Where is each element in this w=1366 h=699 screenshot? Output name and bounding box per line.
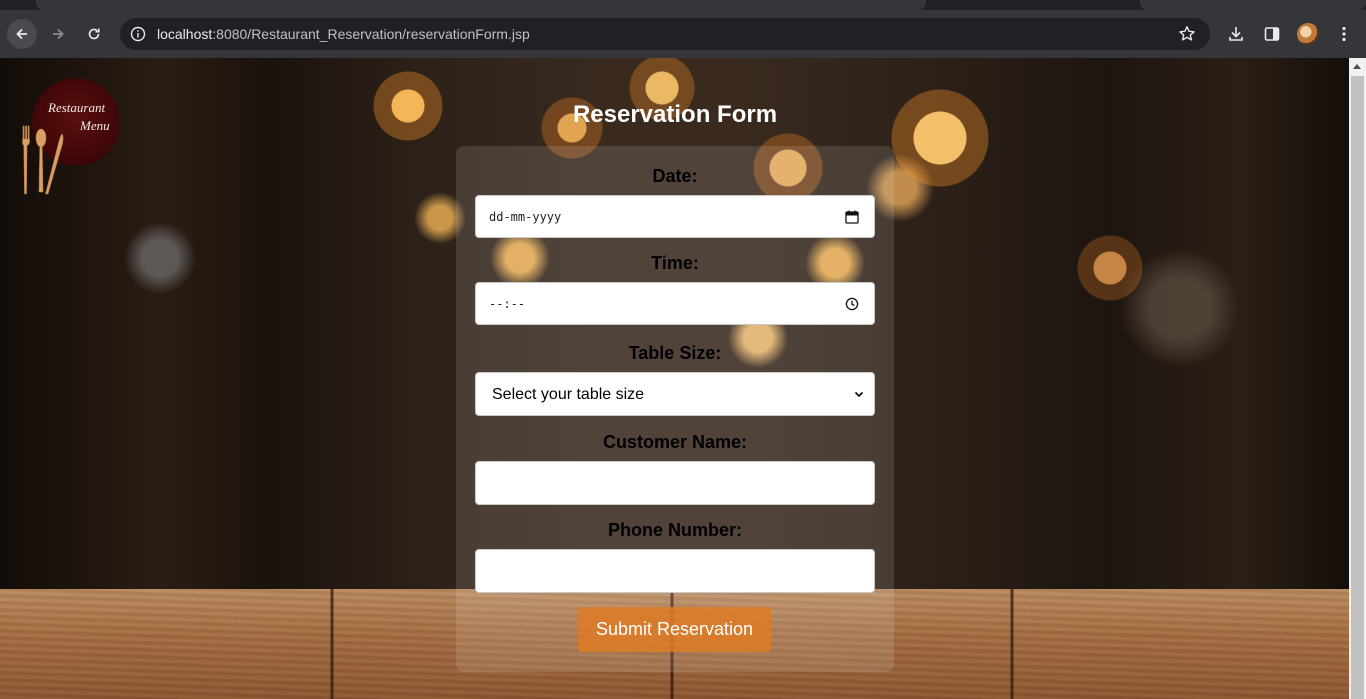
active-tab[interactable] [36, 0, 926, 10]
back-icon [16, 28, 27, 40]
bookmark-star-icon[interactable] [1178, 25, 1196, 43]
table-size-select[interactable]: Select your table size [475, 372, 875, 416]
reservation-form: Date: dd-mm-yyyy Time: --:-- Table Size:… [456, 146, 894, 672]
inactive-tab[interactable] [1140, 0, 1366, 10]
address-bar[interactable]: localhost:8080/Restaurant_Reservation/re… [120, 18, 1210, 50]
site-info-icon [130, 26, 146, 42]
phone-number-input[interactable] [475, 549, 875, 593]
table-size-selected-value: Select your table size [492, 386, 645, 403]
time-label: Time: [651, 253, 699, 273]
time-input[interactable]: --:-- [475, 282, 875, 325]
url-text[interactable]: localhost:8080/Restaurant_Reservation/re… [157, 26, 530, 42]
date-input[interactable]: dd-mm-yyyy [475, 195, 875, 238]
side-panel-button[interactable] [1262, 24, 1282, 44]
download-button[interactable] [1226, 24, 1246, 44]
page-viewport: Restaurant Menu Reservation Form Date: d… [0, 58, 1349, 699]
scroll-up-arrow-icon[interactable] [1353, 64, 1361, 69]
date-label: Date: [652, 166, 698, 186]
reload-icon [88, 28, 100, 40]
scrollbar-thumb[interactable] [1351, 76, 1364, 699]
logo-text-line1: Restaurant [48, 100, 106, 115]
reload-button[interactable] [79, 19, 109, 49]
logo-text-line2: Menu [80, 118, 110, 133]
vertical-scrollbar[interactable] [1349, 58, 1366, 699]
phone-number-label: Phone Number: [607, 520, 742, 540]
site-info-button[interactable] [128, 24, 148, 44]
submit-reservation-button[interactable]: Submit Reservation [578, 607, 771, 652]
browser-toolbar: localhost:8080/Restaurant_Reservation/re… [0, 10, 1366, 58]
calendar-icon[interactable] [844, 209, 860, 225]
tab-strip [0, 0, 1366, 10]
table-size-label: Table Size: [628, 343, 722, 363]
cutlery-icon [22, 125, 64, 195]
forward-button[interactable] [43, 19, 73, 49]
customer-name-label: Customer Name: [602, 432, 748, 452]
forward-icon [53, 28, 64, 40]
more-menu-icon [1342, 26, 1346, 42]
chevron-down-icon [854, 391, 864, 398]
side-panel-icon [1264, 27, 1280, 41]
date-placeholder: dd-mm-yyyy [489, 210, 562, 224]
url-path: :8080/Restaurant_Reservation/reservation… [212, 26, 530, 42]
profile-avatar[interactable] [1297, 23, 1319, 45]
url-host: localhost [157, 26, 213, 42]
download-icon [1229, 27, 1243, 41]
clock-icon[interactable] [844, 296, 860, 312]
time-placeholder: --:-- [489, 297, 526, 311]
page-title: Reservation Form [572, 101, 778, 128]
back-button[interactable] [7, 19, 37, 49]
customer-name-input[interactable] [475, 461, 875, 505]
more-menu-button[interactable] [1334, 24, 1354, 44]
